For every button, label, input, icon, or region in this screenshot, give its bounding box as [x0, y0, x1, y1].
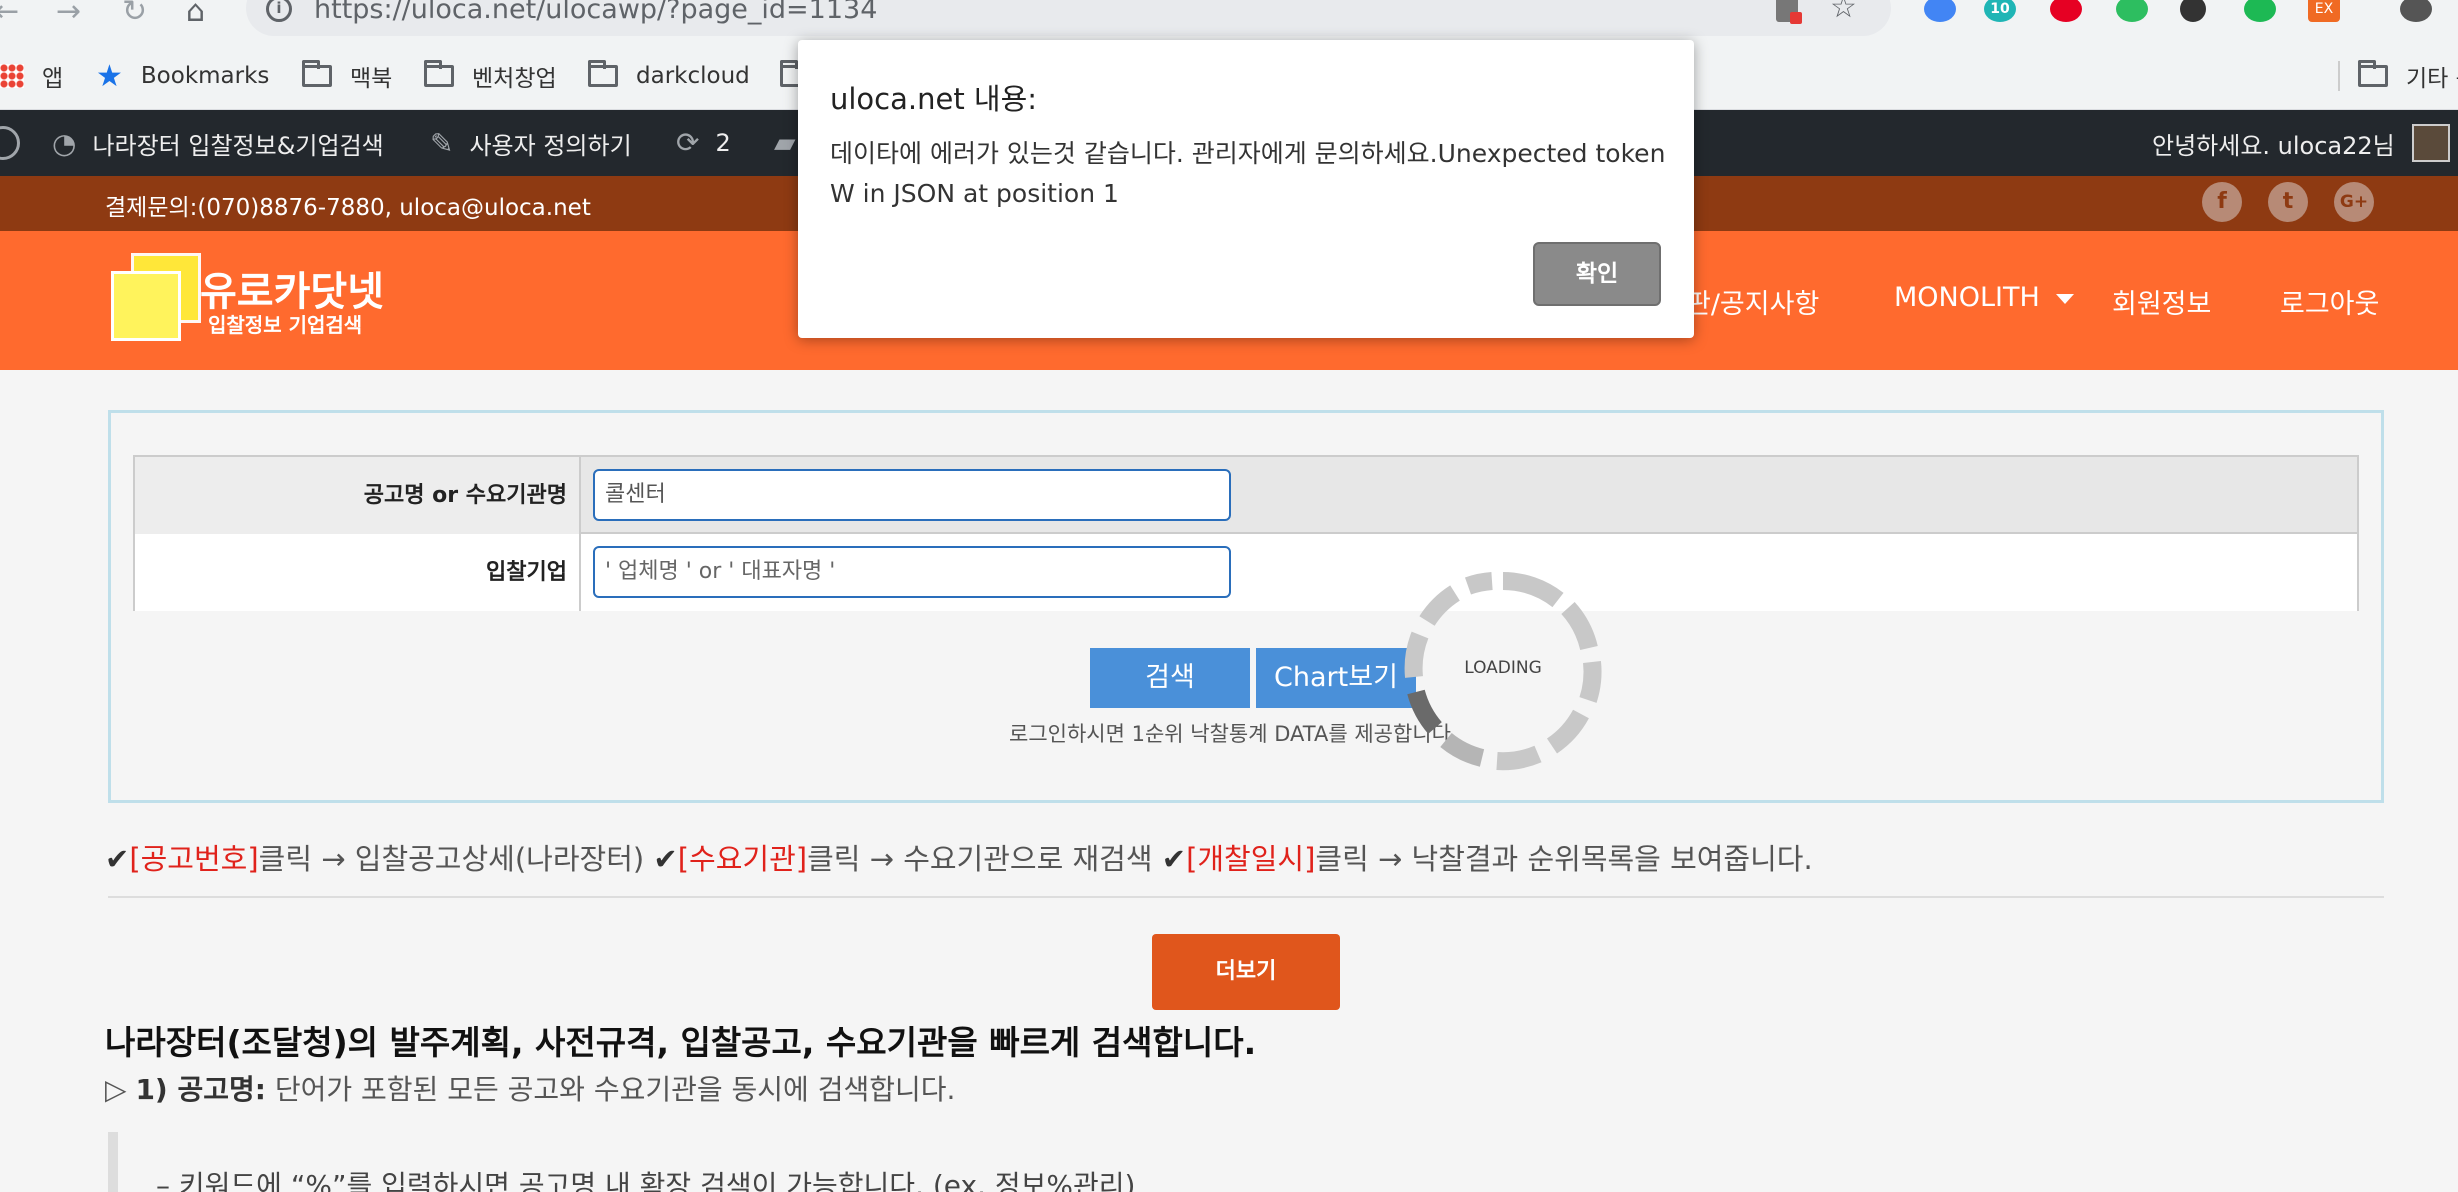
admin-customize-link[interactable]: ✎ 사용자 정의하기 — [430, 126, 632, 161]
check-icon: ✔ — [105, 842, 130, 876]
folder-icon — [302, 60, 332, 87]
reload-icon[interactable]: ↻ — [122, 0, 147, 29]
pinterest-icon[interactable] — [2050, 0, 2082, 22]
check-icon: ✔ — [653, 842, 678, 876]
menu-notice[interactable]: 판/공지사항 — [1686, 282, 1819, 321]
updates-icon: ⟳ — [676, 126, 700, 159]
guide-text-2: 클릭 → 수요기관으로 재검색 — [807, 842, 1162, 876]
contact-info: 결제문의:(070)8876-7880, uloca@uloca.net — [105, 195, 591, 221]
chat-extension-icon[interactable] — [2244, 0, 2276, 22]
ex-extension-icon[interactable]: EX — [2308, 0, 2340, 22]
field-label-title: 공고명 or 수요기관명 — [135, 457, 581, 534]
logo-subtitle: 입찰정보 기업검색 — [208, 313, 363, 337]
home-icon[interactable]: ⌂ — [186, 0, 205, 29]
twitter-icon[interactable]: t — [2268, 182, 2308, 222]
bookmark-venture[interactable]: 벤처창업 — [424, 56, 557, 96]
compass-extension-icon[interactable] — [1924, 0, 1956, 22]
blocked-extension-icon[interactable] — [1776, 0, 1802, 24]
site-info-icon[interactable]: i — [266, 0, 292, 22]
dialog-ok-button[interactable]: 확인 — [1533, 242, 1661, 306]
comment-icon: ▰ — [774, 126, 796, 159]
quote-bar — [108, 1132, 118, 1192]
folder-icon — [424, 60, 454, 87]
divider — [108, 896, 2384, 898]
folder-icon — [2358, 60, 2388, 87]
menu-logout[interactable]: 로그아웃 — [2280, 282, 2379, 321]
loading-spinner: LOADING — [1400, 568, 1606, 774]
company-search-input[interactable]: ' 업체명 ' or ' 대표자명 ' — [593, 546, 1231, 598]
content-heading: 나라장터(조달청)의 발주계획, 사전규격, 입찰공고, 수요기관을 빠르게 검… — [105, 1023, 1257, 1062]
user-avatar[interactable] — [2412, 124, 2450, 162]
menu-member-info[interactable]: 회원정보 — [2112, 282, 2211, 321]
form-row-title: 공고명 or 수요기관명 콜센터 — [135, 457, 2357, 534]
form-row-company: 입찰기업 ' 업체명 ' or ' 대표자명 ' — [135, 534, 2357, 611]
more-button[interactable]: 더보기 — [1152, 934, 1340, 1010]
guide-text-3: 클릭 → 낙찰결과 순위목록을 보여줍니다. — [1315, 842, 1813, 876]
bookmark-star-icon[interactable]: ☆ — [1830, 0, 1857, 25]
title-search-input[interactable]: 콜센터 — [593, 469, 1231, 521]
brush-icon: ✎ — [430, 127, 454, 160]
profile-avatar-icon[interactable] — [2400, 0, 2432, 22]
search-button[interactable]: 검색 — [1090, 648, 1250, 708]
guide-key-agency: [수요기관] — [677, 842, 808, 876]
search-form: 공고명 or 수요기관명 콜센터 입찰기업 ' 업체명 ' or ' 대표자명 … — [133, 455, 2359, 611]
star-icon: ★ — [96, 58, 123, 94]
loading-text: LOADING — [1464, 658, 1542, 678]
field-label-company: 입찰기업 — [135, 534, 581, 611]
google-plus-icon[interactable]: G+ — [2334, 182, 2374, 222]
dashboard-icon: ◔ — [52, 127, 77, 160]
admin-updates-link[interactable]: ⟳ 2 — [676, 126, 731, 159]
admin-site-link[interactable]: ◔ 나라장터 입찰정보&기업검색 — [52, 126, 384, 161]
dialog-title: uloca.net 내용: — [830, 82, 1038, 116]
chevron-down-icon — [2055, 293, 2074, 304]
bookmark-bookmarks[interactable]: ★ Bookmarks — [96, 56, 269, 96]
address-url[interactable]: https://uloca.net/ulocawp/?page_id=1134 — [314, 0, 877, 25]
back-icon[interactable]: ← — [0, 0, 19, 29]
site-logo[interactable] — [105, 247, 205, 347]
bookmark-apps[interactable]: 앱 — [0, 56, 63, 96]
guide-text-1: 클릭 → 입찰공고상세(나라장터) — [258, 842, 654, 876]
bookmark-other[interactable]: 기타 북 — [2338, 56, 2458, 96]
folder-icon — [588, 60, 618, 87]
alert-dialog: uloca.net 내용: 데이타에 에러가 있는것 같습니다. 관리자에게 문… — [798, 40, 1694, 338]
evernote-icon[interactable] — [2116, 0, 2148, 22]
guide-key-open-date: [개찰일시] — [1186, 842, 1316, 876]
bookmark-macbook[interactable]: 맥북 — [302, 56, 392, 96]
bookmark-darkcloud[interactable]: darkcloud — [588, 56, 750, 96]
shopping-extension-icon[interactable]: 10 — [1984, 0, 2016, 22]
quote-text: – 키워드에 “%”를 입력하시면 공고명 내 확장 검색이 가능합니다. (e… — [156, 1169, 1136, 1192]
browser-toolbar: ← → ↻ ⌂ i https://uloca.net/ulocawp/?pag… — [0, 0, 2458, 44]
search-panel: 공고명 or 수요기관명 콜센터 입찰기업 ' 업체명 ' or ' 대표자명 … — [108, 410, 2384, 803]
content-subheading: ▷ 1) 공고명: 단어가 포함된 모든 공고와 수요기관을 동시에 검색합니다… — [105, 1073, 956, 1106]
apps-grid-icon — [0, 64, 24, 88]
dialog-message: 데이타에 에러가 있는것 같습니다. 관리자에게 문의하세요.Unexpecte… — [830, 139, 1666, 208]
forward-icon[interactable]: → — [56, 0, 81, 29]
admin-account-link[interactable]: 안녕하세요. uloca22님 — [2152, 126, 2395, 161]
menu-monolith[interactable]: MONOLITH — [1894, 282, 2074, 313]
check-icon: ✔ — [1161, 842, 1187, 876]
click-guide: ✔[공고번호]클릭 → 입찰공고상세(나라장터) ✔[수요기관]클릭 → 수요기… — [105, 836, 1813, 878]
address-bar[interactable]: i https://uloca.net/ulocawp/?page_id=113… — [246, 0, 1891, 36]
d-extension-icon[interactable] — [2180, 0, 2206, 22]
guide-key-notice-no: [공고번호] — [129, 842, 259, 876]
facebook-icon[interactable]: f — [2202, 182, 2242, 222]
login-hint: 로그인하시면 1순위 낙찰통계 DATA를 제공합니다. — [1009, 722, 1458, 746]
wordpress-logo-icon[interactable] — [0, 126, 20, 160]
chart-view-button[interactable]: Chart보기 — [1256, 648, 1416, 708]
